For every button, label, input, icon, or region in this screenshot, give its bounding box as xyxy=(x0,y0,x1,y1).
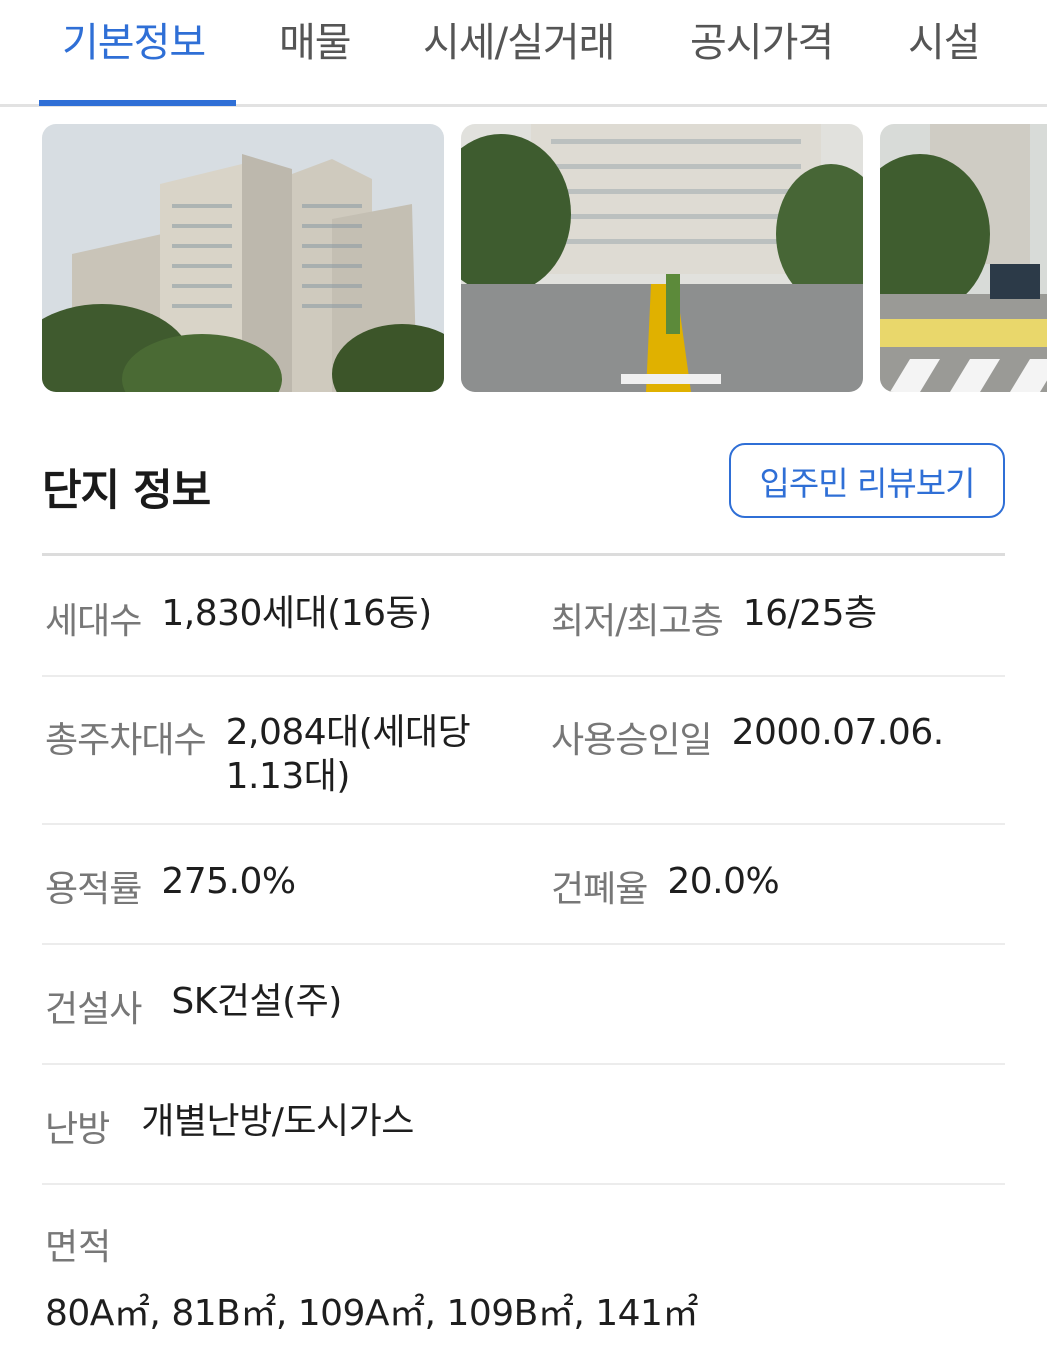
section-title-complex-info: 단지 정보 xyxy=(42,466,211,516)
area-label: 면적 xyxy=(45,1227,112,1268)
heating-label: 난방 xyxy=(45,1109,110,1150)
floors-label: 최저/최고층 xyxy=(551,601,724,642)
tab-official-price[interactable]: 공시가격 xyxy=(690,10,834,68)
parking-value-line2: 1.13대) xyxy=(225,756,351,797)
building-coverage-label: 건폐율 xyxy=(551,869,648,910)
info-row-heating: 난방 개별난방/도시가스 xyxy=(42,1065,1005,1185)
info-row-builder: 건설사 SK건설(주) xyxy=(42,945,1005,1065)
info-builder: 건설사 SK건설(주) xyxy=(45,980,342,1032)
floors-value: 16/25층 xyxy=(742,593,877,634)
info-row-households-floors: 세대수 1,830세대(16동) 최저/최고층 16/25층 xyxy=(42,556,1005,677)
building-coverage-value: 20.0% xyxy=(667,861,780,902)
households-label: 세대수 xyxy=(45,601,142,642)
households-value: 1,830세대(16동) xyxy=(161,593,432,634)
tab-bar: 기본정보 매물 시세/실거래 공시가격 시설 xyxy=(0,0,1047,107)
complex-photo-crosswalk[interactable] xyxy=(880,124,1047,392)
complex-photo-buildings[interactable] xyxy=(42,124,444,392)
approval-date-value: 2000.07.06. xyxy=(731,712,945,753)
builder-label: 건설사 xyxy=(45,989,142,1030)
approval-date-label: 사용승인일 xyxy=(551,720,713,761)
info-row-ratios: 용적률 275.0% 건폐율 20.0% xyxy=(42,825,1005,945)
tab-facilities[interactable]: 시설 xyxy=(908,10,981,68)
builder-value: SK건설(주) xyxy=(171,981,342,1022)
heating-value: 개별난방/도시가스 xyxy=(141,1101,414,1142)
parking-value-line1: 2,084대(세대당 xyxy=(225,712,471,753)
area-value: 80A㎡, 81B㎡, 109A㎡, 109B㎡, 141㎡ xyxy=(45,1293,698,1334)
tab-basic-info[interactable]: 기본정보 xyxy=(62,10,206,68)
info-row-parking-approval: 총주차대수 2,084대(세대당 1.13대) 사용승인일 2000.07.06… xyxy=(42,677,1005,825)
info-parking: 총주차대수 2,084대(세대당 1.13대) xyxy=(45,711,471,799)
floor-area-ratio-label: 용적률 xyxy=(45,869,142,910)
info-floors: 최저/최고층 16/25층 xyxy=(551,592,877,644)
active-tab-indicator xyxy=(39,100,236,106)
floor-area-ratio-value: 275.0% xyxy=(161,861,296,902)
complex-photo-entrance[interactable] xyxy=(461,124,863,392)
info-approval-date: 사용승인일 2000.07.06. xyxy=(551,711,944,763)
resident-review-button[interactable]: 입주민 리뷰보기 xyxy=(729,443,1005,518)
parking-label: 총주차대수 xyxy=(45,720,207,761)
parking-value: 2,084대(세대당 1.13대) xyxy=(226,711,471,799)
info-building-coverage: 건폐율 20.0% xyxy=(551,860,780,912)
tab-price-transactions[interactable]: 시세/실거래 xyxy=(423,10,615,68)
info-households: 세대수 1,830세대(16동) xyxy=(45,592,432,644)
tab-listings[interactable]: 매물 xyxy=(279,10,352,68)
info-heating: 난방 개별난방/도시가스 xyxy=(45,1100,414,1152)
info-floor-area-ratio: 용적률 275.0% xyxy=(45,860,296,912)
